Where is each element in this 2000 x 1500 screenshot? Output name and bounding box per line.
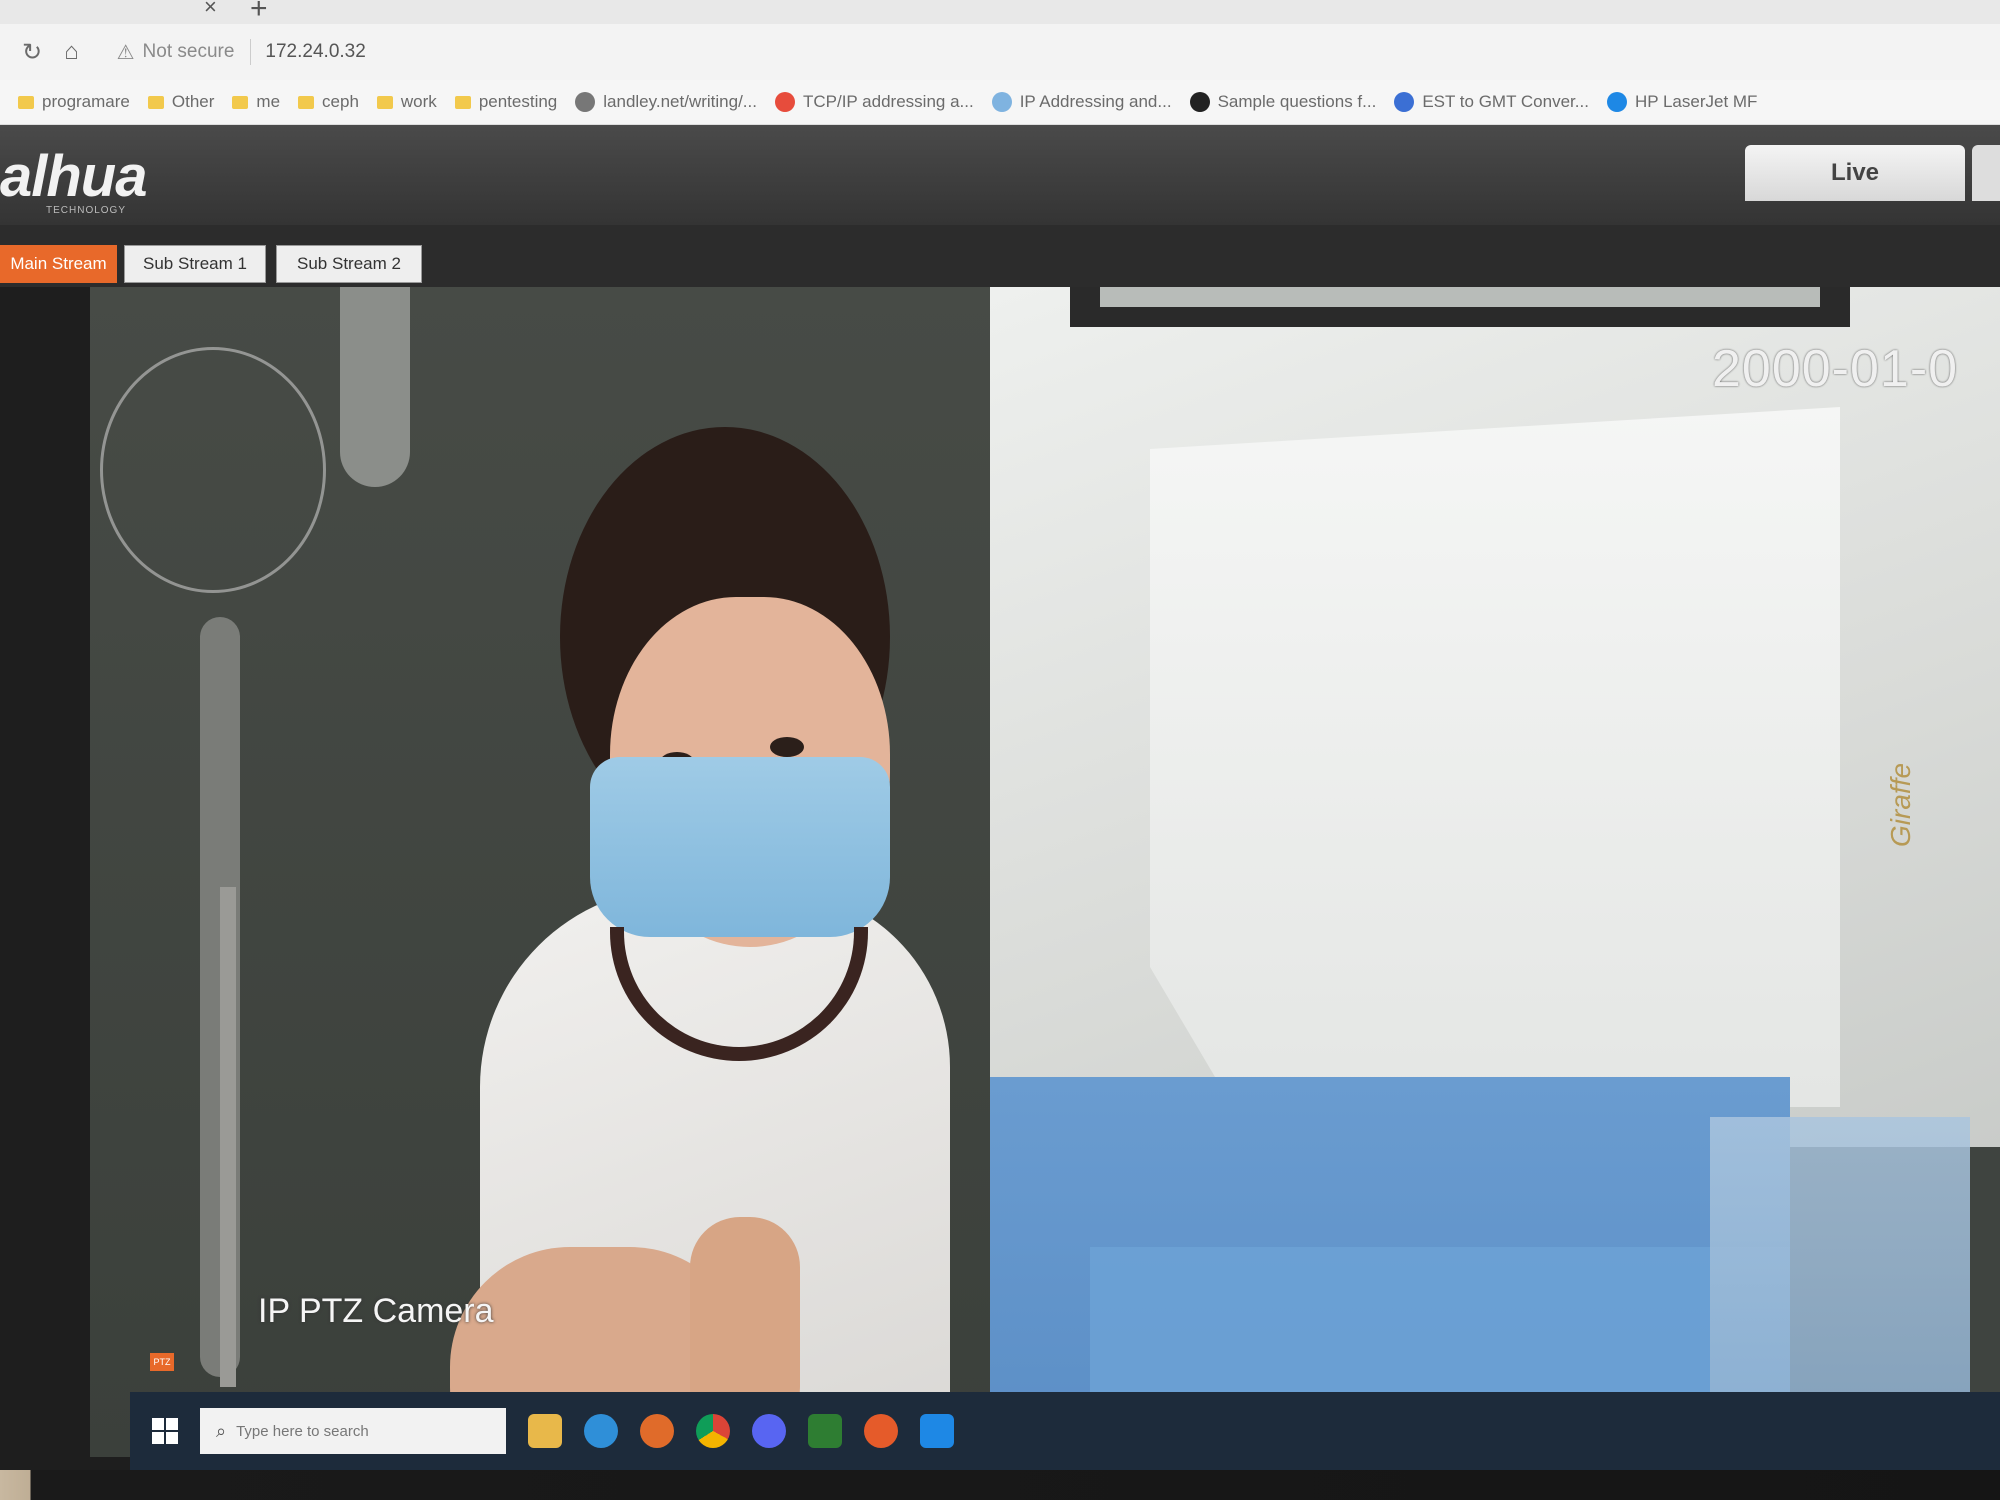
video-person (420, 367, 980, 1457)
folder-icon (18, 95, 34, 109)
camera-name-label: IP PTZ Camera (258, 1292, 494, 1330)
logo-subtitle: TECHNOLOGY (46, 205, 127, 216)
new-tab-button[interactable]: + (250, 0, 268, 26)
person-face-mask (590, 757, 890, 937)
firefox-icon[interactable] (640, 1414, 674, 1448)
security-status[interactable]: Not secure (143, 41, 235, 63)
folder-icon (147, 95, 164, 109)
browser-toolbar: ↻ ⌂ ⚠ Not secure 172.24.0.32 (0, 24, 2000, 80)
main-stream-button[interactable]: Main Stream (0, 245, 117, 283)
bookmark-label: HP LaserJet MF (1634, 92, 1758, 111)
folder-icon (298, 95, 315, 109)
video-warmer-top-panel (1100, 287, 1820, 307)
bookmark-item[interactable]: IP Addressing and... (991, 92, 1172, 112)
bookmark-label: Other (171, 92, 215, 111)
ptz-control-button[interactable]: PTZ (150, 1353, 174, 1371)
clock-icon (1394, 92, 1415, 112)
tab-next[interactable] (1972, 145, 2000, 201)
discord-icon[interactable] (752, 1414, 786, 1448)
windows-taskbar: ⌕ Type here to search (130, 1392, 2000, 1470)
address-bar[interactable]: 172.24.0.32 (265, 41, 365, 63)
video-cables (100, 347, 326, 593)
bookmark-label: programare (42, 92, 130, 111)
taskbar-search-placeholder: Type here to search (236, 1422, 369, 1440)
app-orange-icon[interactable] (864, 1414, 898, 1448)
video-warmer-hood (1150, 407, 1840, 1107)
bookmark-label: pentesting (478, 92, 558, 111)
tab-live[interactable]: Live (1745, 145, 1965, 201)
live-video-feed[interactable]: Giraffe 2000-01-0 IP PTZ Camera (90, 287, 2000, 1457)
hp-icon (1606, 92, 1627, 112)
bookmark-item[interactable]: programare (18, 92, 130, 112)
reload-icon[interactable]: ↻ (22, 38, 42, 67)
bookmark-label: ceph (322, 92, 359, 111)
bookmark-label: IP Addressing and... (1019, 92, 1172, 111)
edge-browser-icon[interactable] (584, 1414, 618, 1448)
dahua-logo: alhua (0, 144, 147, 209)
file-explorer-icon[interactable] (528, 1414, 562, 1448)
bookmark-label: work (400, 92, 437, 111)
bookmark-item[interactable]: landley.net/writing/... (575, 92, 757, 112)
home-icon[interactable]: ⌂ (64, 38, 79, 66)
app-header: alhua TECHNOLOGY (0, 125, 2000, 225)
globe-icon (575, 92, 596, 112)
bookmark-item[interactable]: work (376, 92, 437, 112)
vscode-icon[interactable] (920, 1414, 954, 1448)
microsoft-icon (774, 92, 795, 112)
url-divider (250, 39, 252, 65)
windows-start-icon[interactable] (152, 1418, 178, 1444)
bookmark-item[interactable]: Other (147, 92, 215, 112)
bookmark-item[interactable]: ceph (298, 92, 359, 112)
chrome-icon[interactable] (696, 1414, 730, 1448)
spreadsheet-app-icon[interactable] (808, 1414, 842, 1448)
bookmark-item[interactable]: TCP/IP addressing a... (774, 92, 974, 112)
tab-close-icon[interactable]: × (204, 0, 217, 20)
sub-stream-2-button[interactable]: Sub Stream 2 (276, 245, 422, 283)
monitor-screen: × + ↻ ⌂ ⚠ Not secure 172.24.0.32 program… (0, 0, 2000, 1470)
search-icon: ⌕ (216, 1420, 227, 1441)
video-bed-post (220, 887, 236, 1387)
browser-tab-strip: × + (0, 0, 2000, 26)
warmer-brand-label: Giraffe (1885, 762, 1916, 847)
bookmark-label: landley.net/writing/... (603, 92, 757, 111)
bookmark-item[interactable]: Sample questions f... (1189, 92, 1377, 112)
bookmark-item[interactable]: EST to GMT Conver... (1394, 92, 1589, 112)
sub-stream-1-button[interactable]: Sub Stream 1 (124, 245, 266, 283)
folder-icon (232, 95, 249, 109)
bookmark-label: TCP/IP addressing a... (802, 92, 974, 111)
warning-icon[interactable]: ⚠ (117, 40, 135, 65)
video-clamp (340, 287, 410, 487)
bookmark-item[interactable]: me (232, 92, 280, 112)
folder-icon (376, 95, 393, 109)
bookmark-item[interactable]: HP LaserJet MF (1606, 92, 1758, 112)
taskbar-search-box[interactable]: ⌕ Type here to search (200, 1408, 506, 1454)
bookmarks-bar: programare Other me ceph work pentesting landl… (0, 80, 2000, 125)
person-eye-right (770, 737, 804, 757)
folder-icon (454, 95, 471, 109)
bookmark-label: EST to GMT Conver... (1422, 92, 1589, 111)
github-icon (1189, 92, 1210, 112)
bookmark-label: Sample questions f... (1217, 92, 1377, 111)
network-icon (991, 92, 1012, 112)
bookmark-label: me (256, 92, 281, 111)
video-timestamp: 2000-01-0 (1712, 340, 1959, 398)
bookmark-item[interactable]: pentesting (454, 92, 558, 112)
